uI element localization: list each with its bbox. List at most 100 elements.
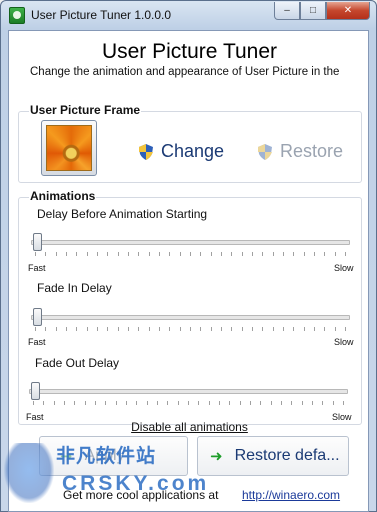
restore-button[interactable]: Restore (258, 141, 343, 162)
change-button[interactable]: Change (139, 141, 224, 162)
slider-tick (116, 401, 117, 405)
slider-tick (76, 327, 77, 331)
slider-tick (252, 252, 253, 256)
slider-thumb-delay[interactable] (33, 233, 42, 251)
slider-tick (97, 327, 98, 331)
slider-max-label: Slow (334, 337, 354, 347)
title-bar[interactable]: User Picture Tuner 1.0.0.0 – □ ✕ (1, 1, 376, 29)
slider-tick (242, 327, 243, 331)
slider-tick (56, 327, 57, 331)
slider-tick (345, 327, 346, 331)
frame-thumbnail (41, 120, 97, 176)
slider-tick (35, 327, 36, 331)
slider-tick (159, 327, 160, 331)
slider-track-delay (31, 240, 350, 245)
slider-tick (35, 252, 36, 256)
uac-shield-icon (139, 143, 153, 160)
slider-tick (56, 252, 57, 256)
slider-tick (85, 401, 86, 405)
winaero-link[interactable]: http://winaero.com (242, 488, 340, 502)
slider-ticks (35, 327, 346, 331)
slider-tick (180, 327, 181, 331)
slider-tick (66, 252, 67, 256)
slider-tick (118, 252, 119, 256)
close-button[interactable]: ✕ (326, 2, 370, 20)
user-picture-image (46, 125, 92, 171)
slider-tick (54, 401, 55, 405)
slider-tick (283, 252, 284, 256)
minimize-button[interactable]: – (274, 2, 300, 20)
slider-tick (157, 401, 158, 405)
slider-tick (138, 327, 139, 331)
slider-tick (231, 327, 232, 331)
slider-tick (149, 252, 150, 256)
slider-tick (128, 327, 129, 331)
slider-min-label: Fast (28, 263, 46, 273)
slider-tick (273, 252, 274, 256)
slider-tick (147, 401, 148, 405)
app-window: User Picture Tuner 1.0.0.0 – □ ✕ User Pi… (0, 0, 377, 512)
slider-thumb-fade-out[interactable] (31, 382, 40, 400)
maximize-button[interactable]: □ (300, 2, 326, 20)
slider-tick (293, 327, 294, 331)
slider-tick (149, 327, 150, 331)
slider-min-label: Fast (28, 337, 46, 347)
green-arrow-icon: ➜ (60, 448, 73, 465)
slider-tick (95, 401, 96, 405)
slider-tick (136, 401, 137, 405)
animations-group-label: Animations (29, 189, 97, 203)
apply-button[interactable]: ➜ Apply (39, 436, 188, 476)
restore-defaults-button[interactable]: ➜ Restore defa... (197, 436, 349, 476)
slider-tick (219, 401, 220, 405)
uac-shield-icon (258, 143, 272, 160)
slider-tick (45, 252, 46, 256)
slider-tick (87, 252, 88, 256)
slider-tick (302, 401, 303, 405)
slider-tick (190, 327, 191, 331)
slider-thumb-fade-in[interactable] (33, 308, 42, 326)
slider-tick (159, 252, 160, 256)
slider-tick (333, 401, 334, 405)
slider-tick (138, 252, 139, 256)
slider-tick (322, 401, 323, 405)
slider-tick (293, 252, 294, 256)
slider-tick (128, 252, 129, 256)
slider-tick (242, 252, 243, 256)
slider-tick (190, 252, 191, 256)
slider-tick (221, 252, 222, 256)
slider-tick (229, 401, 230, 405)
slider-tick (209, 401, 210, 405)
slider-tick (200, 252, 201, 256)
slider-tick (188, 401, 189, 405)
slider-tick (252, 327, 253, 331)
slider-tick (291, 401, 292, 405)
slider-ticks (35, 252, 346, 256)
slider-tick (107, 252, 108, 256)
restore-defaults-label: Restore defa... (234, 447, 340, 464)
slider-tick (64, 401, 65, 405)
slider-tick (211, 327, 212, 331)
disable-animations-link[interactable]: Disable all animations (9, 420, 370, 434)
slider-tick (118, 327, 119, 331)
slider-tick (167, 401, 168, 405)
frame-group-label: User Picture Frame (29, 103, 142, 117)
restore-label: Restore (280, 141, 344, 161)
slider-tick (335, 252, 336, 256)
slider-label-delay: Delay Before Animation Starting (37, 207, 208, 221)
apply-label: Apply (84, 447, 125, 464)
slider-tick (180, 252, 181, 256)
slider-tick (335, 327, 336, 331)
slider-tick (314, 252, 315, 256)
change-label: Change (161, 141, 225, 161)
slider-tick (250, 401, 251, 405)
slider-tick (345, 252, 346, 256)
client-area: User Picture Tuner Change the animation … (8, 30, 369, 512)
slider-label-fade-in: Fade In Delay (37, 281, 112, 295)
slider-tick (211, 252, 212, 256)
window-title: User Picture Tuner 1.0.0.0 (31, 8, 172, 22)
slider-label-fade-out: Fade Out Delay (35, 356, 120, 370)
app-icon[interactable] (9, 7, 25, 24)
slider-tick (271, 401, 272, 405)
slider-tick (273, 327, 274, 331)
slider-tick (66, 327, 67, 331)
